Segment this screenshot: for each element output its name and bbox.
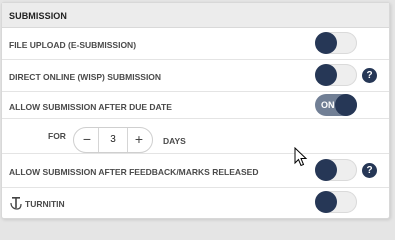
submission-panel: SUBMISSION FILE UPLOAD (E-SUBMISSION) DI… — [1, 2, 390, 219]
direct-online-toggle[interactable] — [315, 64, 357, 86]
toggle-knob — [335, 94, 357, 116]
setting-label: DIRECT ONLINE (WISP) SUBMISSION — [9, 72, 162, 82]
section-title: SUBMISSION — [9, 11, 68, 21]
late-days-input[interactable]: 3 — [98, 134, 128, 145]
after-due-date-toggle[interactable]: ON — [315, 94, 357, 116]
mouse-cursor-icon — [294, 147, 308, 167]
toggle-knob — [315, 191, 337, 213]
turnitin-logo-icon — [10, 197, 22, 210]
toggle-knob — [315, 159, 337, 181]
toggle-knob — [315, 64, 337, 86]
turnitin-toggle[interactable] — [315, 191, 357, 213]
toggle-knob — [315, 32, 337, 54]
late-days-stepper[interactable]: − 3 + — [73, 127, 153, 153]
stepper-divider — [127, 128, 128, 152]
increment-button[interactable]: + — [130, 131, 148, 149]
setting-label: ALLOW SUBMISSION AFTER DUE DATE — [9, 102, 172, 112]
toggle-on-text: ON — [321, 100, 335, 110]
help-icon[interactable]: ? — [362, 68, 377, 83]
decrement-button[interactable]: − — [78, 131, 96, 149]
file-upload-toggle[interactable] — [315, 32, 357, 54]
after-feedback-toggle[interactable] — [315, 159, 357, 181]
setting-label: FILE UPLOAD (E-SUBMISSION) — [9, 40, 137, 50]
setting-label: TURNITIN — [25, 199, 65, 209]
days-unit-label: DAYS — [163, 136, 186, 146]
for-label: FOR — [48, 131, 66, 141]
help-icon[interactable]: ? — [362, 163, 377, 178]
setting-label: ALLOW SUBMISSION AFTER FEEDBACK/MARKS RE… — [9, 167, 259, 177]
panel-header: SUBMISSION — [2, 3, 389, 28]
